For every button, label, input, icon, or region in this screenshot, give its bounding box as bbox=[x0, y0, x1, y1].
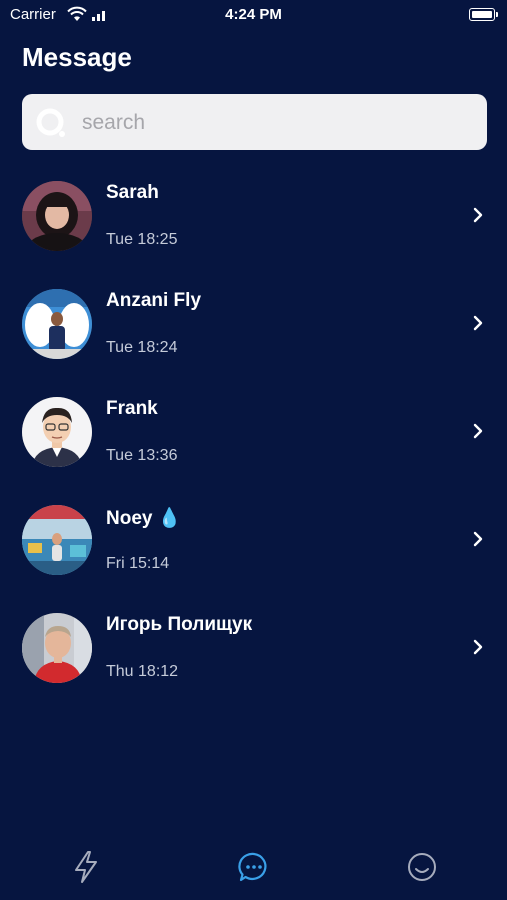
lightning-icon bbox=[75, 851, 97, 883]
last-message-time: Tue 13:36 bbox=[106, 447, 178, 464]
status-time: 4:24 PM bbox=[225, 6, 282, 23]
last-message-time: Thu 18:12 bbox=[106, 663, 179, 680]
contact-name: Noey 💧 bbox=[106, 508, 182, 529]
avatar-frank bbox=[22, 397, 92, 467]
conversation-item-sarah[interactable]: Sarah Tue 18:25 bbox=[0, 161, 507, 269]
chevron-right-icon bbox=[473, 639, 483, 655]
last-message-time: Tue 18:25 bbox=[106, 231, 178, 248]
search-input[interactable] bbox=[80, 102, 474, 144]
messages-screen: Carrier 4:24 PM Message search Sarah Tue… bbox=[0, 0, 507, 900]
chat-bubble-icon bbox=[238, 852, 267, 882]
conversation-item-noey[interactable]: Noey 💧 Fri 15:14 bbox=[0, 485, 507, 593]
contact-name: Anzani Fly bbox=[106, 290, 202, 311]
tab-activity[interactable] bbox=[68, 849, 104, 885]
avatar-noey bbox=[22, 505, 92, 575]
search-icon bbox=[36, 108, 65, 137]
smiley-icon bbox=[408, 853, 436, 881]
conversation-list: Sarah Tue 18:25 Anzani Fly Tue 18:24 Fra… bbox=[0, 161, 507, 701]
conversation-item-frank[interactable]: Frank Tue 13:36 bbox=[0, 377, 507, 485]
tab-bar bbox=[0, 835, 507, 900]
contact-name: Frank bbox=[106, 398, 158, 419]
conversation-item-anzani-fly[interactable]: Anzani Fly Tue 18:24 bbox=[0, 269, 507, 377]
last-message-time: Fri 15:14 bbox=[106, 555, 170, 572]
tab-profile[interactable] bbox=[404, 849, 440, 885]
chevron-right-icon bbox=[473, 315, 483, 331]
avatar-anzani-fly bbox=[22, 289, 92, 359]
contact-name: Игорь Полищук bbox=[106, 614, 253, 635]
chevron-right-icon bbox=[473, 531, 483, 547]
chevron-right-icon bbox=[473, 207, 483, 223]
last-message-time: Tue 18:24 bbox=[106, 339, 178, 356]
contact-name: Sarah bbox=[106, 182, 159, 203]
conversation-item-igor-polishchuk[interactable]: Игорь Полищук Thu 18:12 bbox=[0, 593, 507, 701]
avatar-sarah bbox=[22, 181, 92, 251]
chevron-right-icon bbox=[473, 423, 483, 439]
avatar-igor-polishchuk bbox=[22, 613, 92, 683]
tab-messages[interactable] bbox=[236, 849, 272, 885]
page-title: Message bbox=[22, 42, 132, 72]
search-bar[interactable] bbox=[22, 94, 487, 150]
status-bar: Carrier 4:24 PM bbox=[0, 0, 507, 30]
battery-icon bbox=[469, 8, 498, 21]
